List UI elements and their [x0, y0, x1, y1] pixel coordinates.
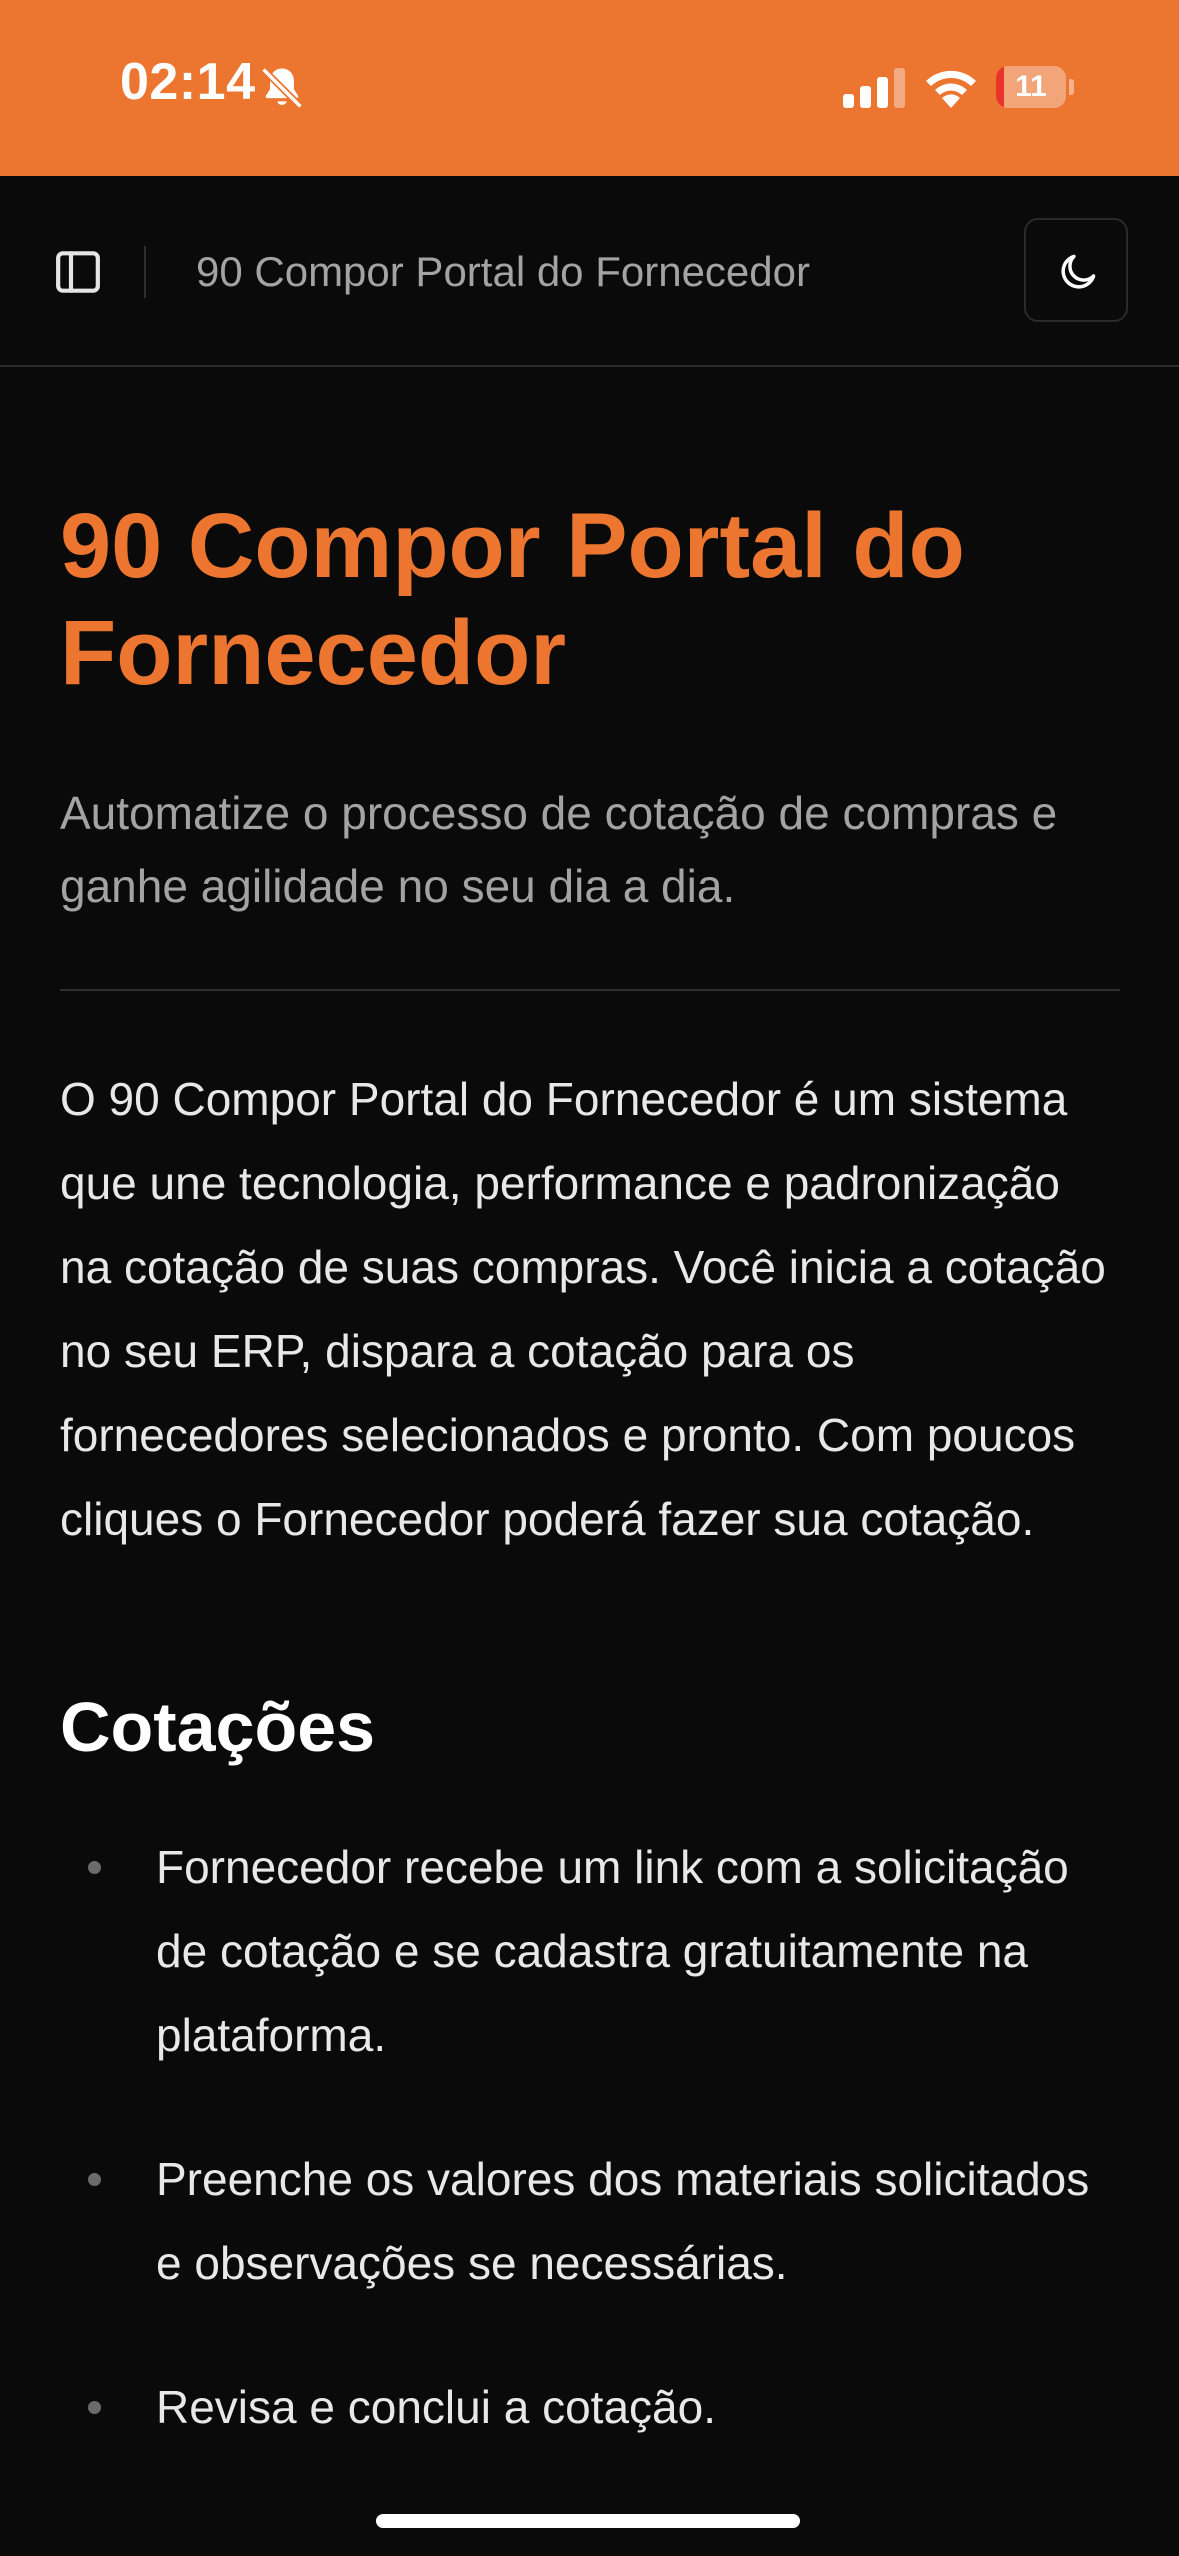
- bullet-dot: [88, 1861, 101, 1874]
- section-divider: [60, 989, 1120, 991]
- page-subtitle: Automatize o processo de cotação de comp…: [60, 787, 1058, 912]
- battery-level: 11: [1015, 70, 1047, 103]
- header-title[interactable]: 90 Compor Portal do Fornecedor: [196, 244, 810, 300]
- top-navigation-bar: 90 Compor Portal do Fornecedor: [0, 176, 1179, 367]
- page-title: 90 Compor Portal do Fornecedor: [60, 495, 965, 704]
- list-item: Revisa e conclui a cotação.: [60, 2365, 1120, 2449]
- header-divider: [144, 246, 146, 298]
- bullet-dot: [88, 2401, 101, 2414]
- list-item: Fornecedor recebe um link com a solicita…: [60, 1825, 1120, 2077]
- list-item: Preenche os valores dos materiais solici…: [60, 2137, 1120, 2305]
- status-bar: 02:14 11: [0, 0, 1179, 176]
- main-content: 90 Compor Portal do Fornecedor Automatiz…: [60, 367, 1120, 2509]
- bell-slash-icon: [261, 67, 303, 109]
- wifi-icon: [926, 70, 976, 108]
- theme-toggle-button[interactable]: [1024, 218, 1128, 322]
- intro-paragraph: O 90 Compor Portal do Fornecedor é um si…: [60, 1073, 1106, 1545]
- battery-icon: 11: [996, 66, 1074, 108]
- list-item-text: Preenche os valores dos materiais solici…: [156, 2153, 1090, 2289]
- sidebar-panel-icon[interactable]: [50, 244, 106, 300]
- list-item-text: Revisa e conclui a cotação.: [156, 2381, 716, 2433]
- cellular-signal-icon: [843, 68, 905, 108]
- home-indicator[interactable]: [376, 2514, 800, 2528]
- list-item-text: Fornecedor recebe um link com a solicita…: [156, 1841, 1069, 2061]
- feature-list: Fornecedor recebe um link com a solicita…: [60, 1825, 1120, 2449]
- section-heading-cotacoes: Cotações: [60, 1688, 376, 1766]
- moon-icon: [1061, 254, 1096, 289]
- status-time: 02:14: [120, 53, 256, 111]
- bullet-dot: [88, 2173, 101, 2186]
